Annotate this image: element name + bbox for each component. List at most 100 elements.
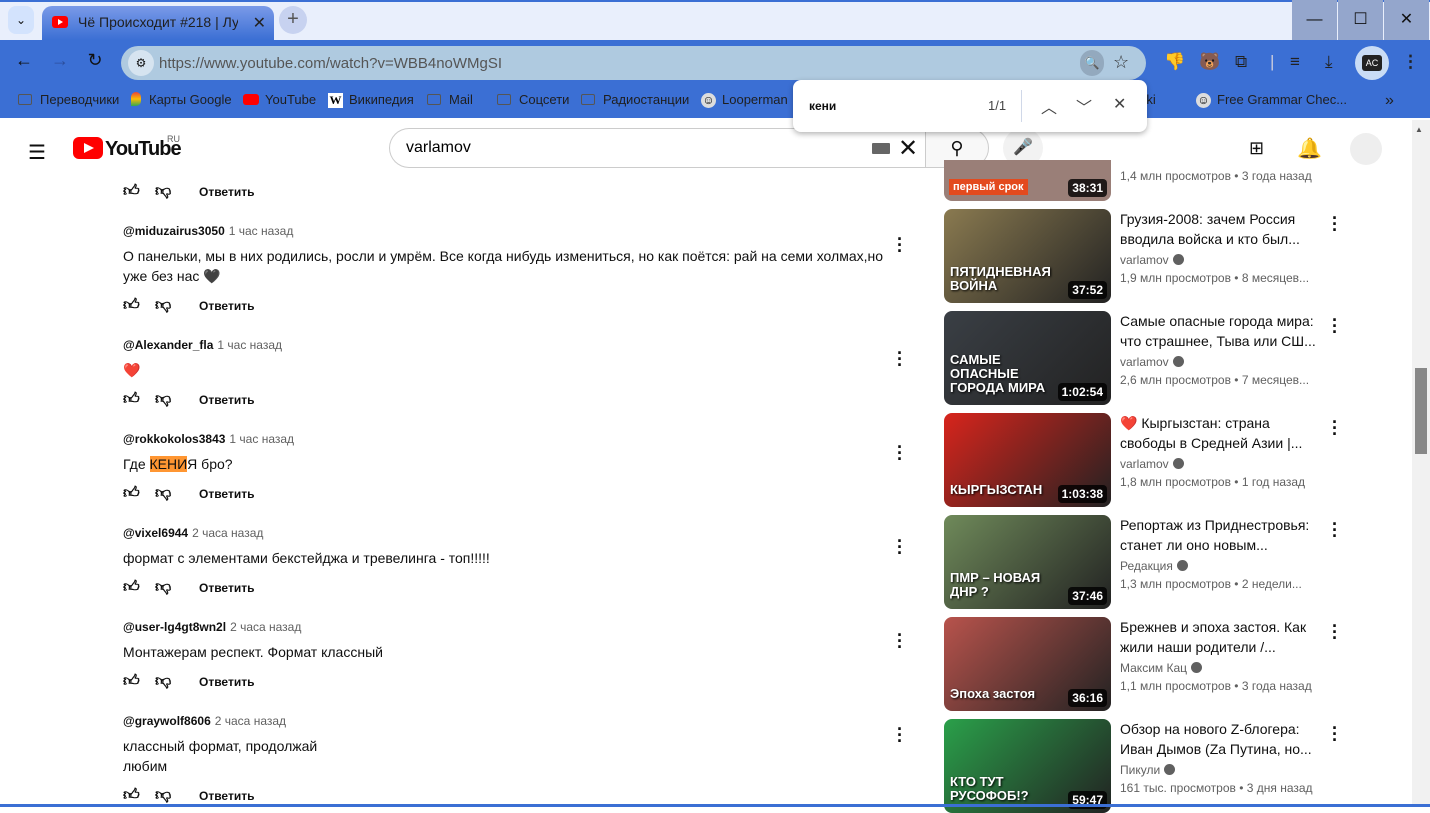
- scrollbar-thumb[interactable]: [1415, 368, 1427, 454]
- bookmark-item[interactable]: ☺ Free Grammar Chec...: [1196, 92, 1347, 108]
- dislike-extension-icon[interactable]: 👎: [1164, 52, 1185, 72]
- reply-button[interactable]: Ответить: [199, 487, 254, 501]
- find-next-icon[interactable]: ﹀: [1076, 94, 1092, 118]
- channel-name[interactable]: varlamov: [1120, 355, 1184, 369]
- site-info-icon[interactable]: ⚙: [128, 50, 154, 76]
- video-thumbnail[interactable]: ПЯТИДНЕВНАЯ ВОЙНА 37:52: [944, 209, 1111, 303]
- dislike-icon[interactable]: 👎︎: [155, 786, 175, 805]
- dislike-icon[interactable]: 👎︎: [155, 484, 175, 503]
- video-title[interactable]: Самые опасные города мира: что страшнее,…: [1120, 311, 1320, 351]
- find-in-page-icon[interactable]: 🔍: [1080, 50, 1104, 76]
- like-icon[interactable]: 👍︎: [123, 390, 143, 409]
- like-icon[interactable]: 👍︎: [123, 182, 143, 201]
- comment-time[interactable]: 2 часа назад: [215, 714, 286, 728]
- bookmark-item[interactable]: Переводчики: [18, 92, 119, 107]
- dislike-icon[interactable]: 👎︎: [155, 578, 175, 597]
- maximize-button[interactable]: ☐: [1338, 0, 1383, 40]
- comment-menu-icon[interactable]: · · ·: [895, 344, 905, 374]
- browser-menu-icon[interactable]: ⋮: [1402, 52, 1419, 72]
- reload-button[interactable]: ↻: [83, 50, 107, 74]
- youtube-logo-icon[interactable]: [73, 137, 103, 159]
- bookmark-item[interactable]: W Википедия: [328, 92, 414, 108]
- bookmark-item[interactable]: YouTube: [243, 92, 316, 107]
- bookmark-item[interactable]: Mail: [427, 92, 473, 107]
- comment-menu-icon[interactable]: · · ·: [895, 626, 905, 656]
- video-menu-icon[interactable]: · · ·: [1330, 617, 1340, 647]
- reply-button[interactable]: Ответить: [199, 581, 254, 595]
- video-thumbnail[interactable]: Эпоха застоя 36:16: [944, 617, 1111, 711]
- search-input[interactable]: [389, 128, 926, 168]
- video-title[interactable]: Грузия-2008: зачем Россия вводила войска…: [1120, 209, 1320, 249]
- url-text[interactable]: https://www.youtube.com/watch?v=WBB4noWM…: [159, 55, 502, 72]
- bookmark-item[interactable]: Радиостанции: [581, 92, 689, 107]
- like-icon[interactable]: 👍︎: [123, 786, 143, 805]
- more-bookmarks-icon[interactable]: »: [1385, 92, 1394, 110]
- notifications-bell-icon[interactable]: 🔔: [1297, 136, 1322, 161]
- comment-author[interactable]: @graywolf8606: [123, 714, 211, 728]
- comment-time[interactable]: 2 часа назад: [192, 526, 263, 540]
- forward-button[interactable]: →: [48, 50, 72, 74]
- video-title[interactable]: Брежнев и эпоха застоя. Как жили наши ро…: [1120, 617, 1320, 657]
- bookmark-item[interactable]: Соцсети: [497, 92, 569, 107]
- recommended-video[interactable]: ПЯТИДНЕВНАЯ ВОЙНА 37:52 Грузия-2008: заче…: [944, 209, 1344, 303]
- minimize-button[interactable]: —: [1292, 0, 1337, 40]
- channel-name[interactable]: Максим Кац: [1120, 661, 1203, 675]
- comment-menu-icon[interactable]: · · ·: [895, 438, 905, 468]
- tab-search-button[interactable]: ⌄: [8, 6, 34, 34]
- like-icon[interactable]: 👍︎: [123, 672, 143, 691]
- account-avatar[interactable]: [1350, 133, 1382, 165]
- channel-name[interactable]: Пикули: [1120, 763, 1176, 777]
- clear-search-icon[interactable]: ✕: [898, 134, 918, 163]
- reply-button[interactable]: Ответить: [199, 299, 254, 313]
- dislike-icon[interactable]: 👎︎: [155, 390, 175, 409]
- comment-author[interactable]: @user-lg4gt8wn2l: [123, 620, 226, 634]
- find-input[interactable]: кени: [809, 99, 836, 113]
- reply-button[interactable]: Ответить: [199, 393, 254, 407]
- video-thumbnail[interactable]: ПМР – НОВАЯ ДНР ? 37:46: [944, 515, 1111, 609]
- channel-name[interactable]: varlamov: [1120, 253, 1184, 267]
- dislike-icon[interactable]: 👎︎: [155, 182, 175, 201]
- comment-menu-icon[interactable]: · · ·: [895, 532, 905, 562]
- page-scrollbar[interactable]: [1412, 120, 1430, 807]
- video-thumbnail[interactable]: САМЫЕ ОПАСНЫЕ ГОРОДА МИРА 1:02:54: [944, 311, 1111, 405]
- comment-time[interactable]: 1 час назад: [229, 224, 294, 238]
- video-title[interactable]: Репортаж из Приднестровья: станет ли оно…: [1120, 515, 1320, 555]
- comment-author[interactable]: @Alexander_fla: [123, 338, 213, 352]
- recommended-video[interactable]: Эпоха застоя 36:16 Брежнев и эпоха застоя…: [944, 617, 1344, 711]
- like-icon[interactable]: 👍︎: [123, 296, 143, 315]
- comment-menu-icon[interactable]: · · ·: [895, 720, 905, 750]
- video-menu-icon[interactable]: · · ·: [1330, 209, 1340, 239]
- close-window-button[interactable]: ✕: [1384, 0, 1429, 40]
- tab-active[interactable]: Чё Происходит #218 | Лукашенко ✕: [42, 6, 274, 40]
- video-menu-icon[interactable]: · · ·: [1330, 413, 1340, 443]
- video-thumbnail[interactable]: КЫРГЫЗСТАН 1:03:38: [944, 413, 1111, 507]
- keyboard-icon[interactable]: [872, 143, 890, 154]
- download-icon[interactable]: ⤓: [1325, 52, 1333, 72]
- channel-name[interactable]: varlamov: [1120, 457, 1184, 471]
- recommended-video[interactable]: КЫРГЫЗСТАН 1:03:38 ❤️ Кыргызстан: страна …: [944, 413, 1344, 507]
- bookmark-star-icon[interactable]: ☆: [1113, 52, 1129, 73]
- comment-author[interactable]: @vixel6944: [123, 526, 188, 540]
- bear-extension-icon[interactable]: 🐻: [1199, 52, 1220, 72]
- recommended-video[interactable]: САМЫЕ ОПАСНЫЕ ГОРОДА МИРА 1:02:54 Самые о…: [944, 311, 1344, 405]
- dislike-icon[interactable]: 👎︎: [155, 296, 175, 315]
- bookmark-item[interactable]: Карты Google: [131, 92, 232, 107]
- create-video-icon[interactable]: ⊞: [1249, 138, 1264, 159]
- reply-button[interactable]: Ответить: [199, 789, 254, 803]
- reply-button[interactable]: Ответить: [199, 185, 254, 199]
- video-menu-icon[interactable]: · · ·: [1330, 311, 1340, 341]
- tab-close-icon[interactable]: ✕: [253, 13, 266, 33]
- comment-time[interactable]: 2 часа назад: [230, 620, 301, 634]
- reply-button[interactable]: Ответить: [199, 675, 254, 689]
- recommended-video[interactable]: ПМР – НОВАЯ ДНР ? 37:46 Репортаж из Придн…: [944, 515, 1344, 609]
- like-icon[interactable]: 👍︎: [123, 578, 143, 597]
- video-title[interactable]: Обзор на нового Z-блогера: Иван Дымов (Z…: [1120, 719, 1320, 759]
- media-queue-icon[interactable]: ≡: [1290, 52, 1300, 72]
- comment-time[interactable]: 1 час назад: [229, 432, 294, 446]
- new-tab-button[interactable]: +: [279, 6, 307, 34]
- recommended-video[interactable]: КТО ТУТ РУСОФОБ!? 59:47 Обзор на нового Z…: [944, 719, 1344, 813]
- extensions-puzzle-icon[interactable]: ⧉: [1235, 52, 1247, 72]
- comment-time[interactable]: 1 час назад: [217, 338, 282, 352]
- dislike-icon[interactable]: 👎︎: [155, 672, 175, 691]
- back-button[interactable]: ←: [12, 50, 36, 74]
